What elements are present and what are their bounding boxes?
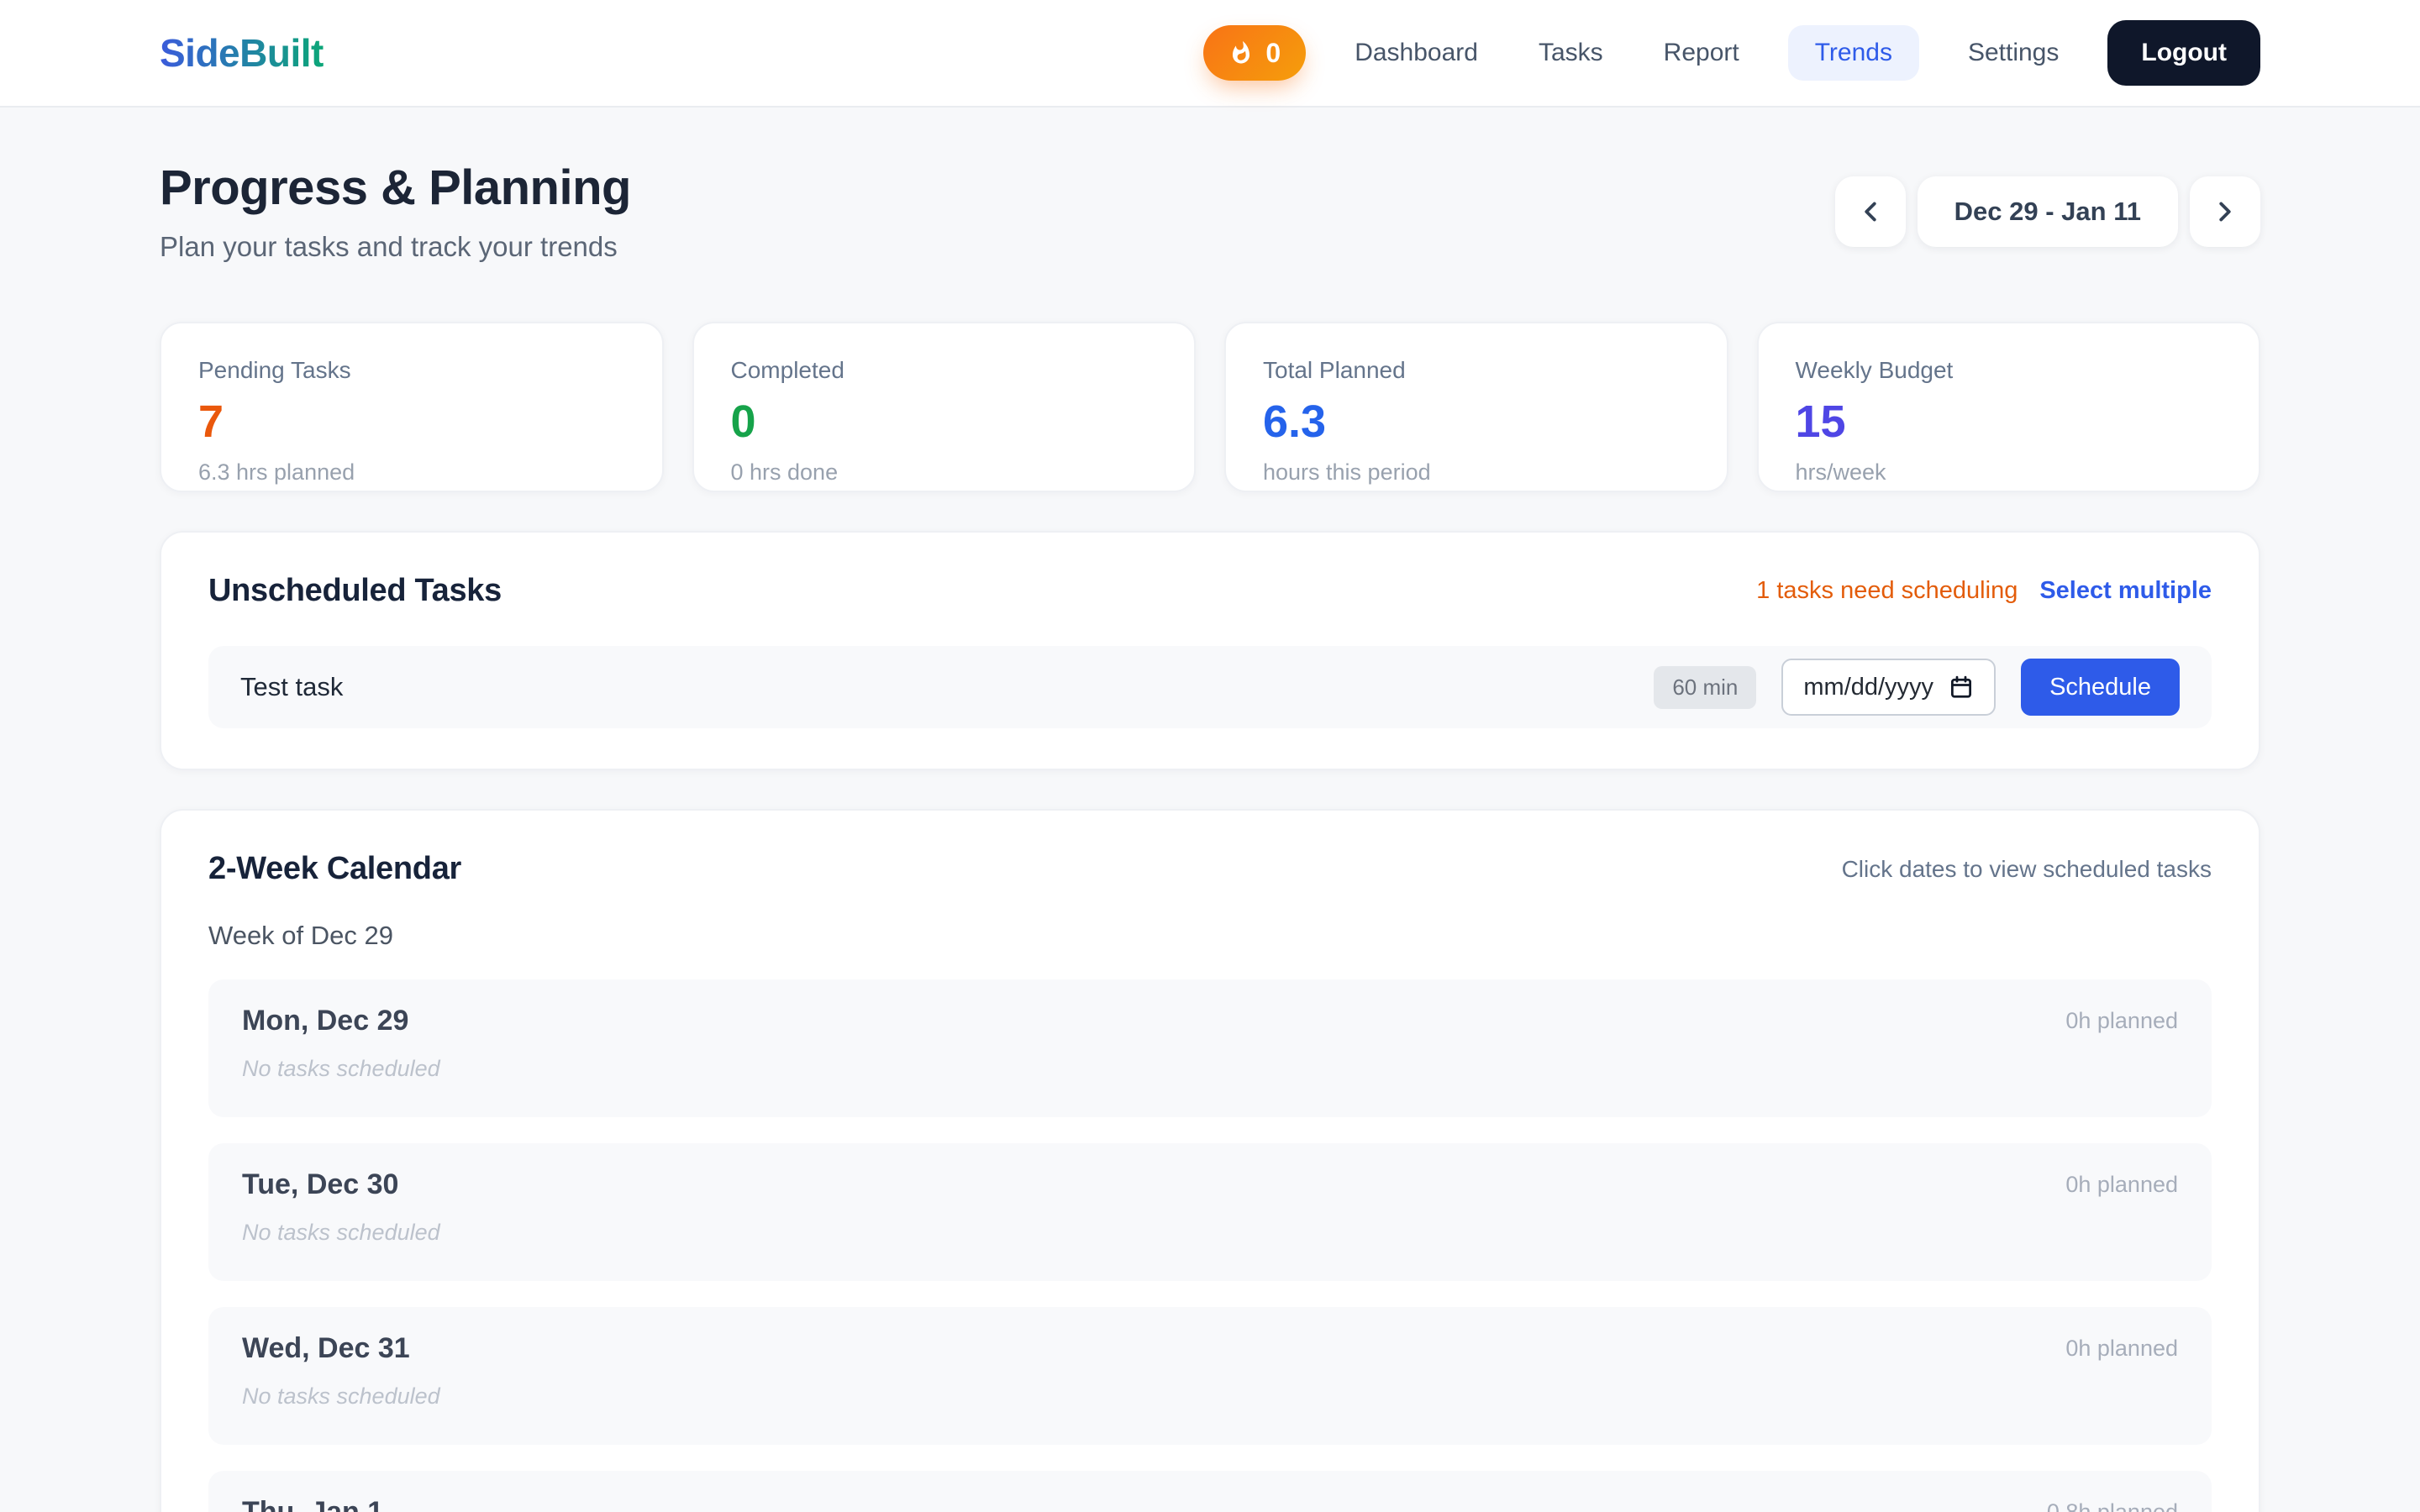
stat-label: Weekly Budget: [1796, 357, 2223, 384]
streak-badge[interactable]: 0: [1203, 25, 1306, 81]
chevron-right-icon: [2209, 196, 2241, 228]
day-name: Tue, Dec 30: [242, 1168, 398, 1201]
top-nav-bar: SideBuilt 0 Dashboard Tasks Report Trend…: [0, 0, 2420, 108]
calendar-title: 2-Week Calendar: [208, 851, 461, 887]
date-input-placeholder: mm/dd/yyyy: [1803, 674, 1933, 701]
page-header: Progress & Planning Plan your tasks and …: [160, 160, 2260, 263]
stat-card-total-planned: Total Planned 6.3 hours this period: [1224, 322, 1728, 492]
stat-value: 7: [198, 399, 625, 444]
stats-row: Pending Tasks 7 6.3 hrs planned Complete…: [160, 322, 2260, 492]
day-name: Thu, Jan 1: [242, 1496, 383, 1512]
nav-item-trends[interactable]: Trends: [1788, 25, 1919, 81]
date-range-nav: Dec 29 - Jan 11: [1835, 176, 2260, 247]
brand-logo[interactable]: SideBuilt: [160, 30, 324, 76]
day-empty-label: No tasks scheduled: [242, 1383, 2178, 1410]
day-empty-label: No tasks scheduled: [242, 1056, 2178, 1082]
flame-icon: [1228, 40, 1254, 66]
day-row-wed-dec-31[interactable]: Wed, Dec 31 0h planned No tasks schedule…: [208, 1307, 2212, 1445]
streak-count: 0: [1265, 38, 1281, 69]
day-planned-hours: 0h planned: [2065, 1008, 2178, 1034]
day-name: Mon, Dec 29: [242, 1005, 408, 1037]
task-duration-badge: 60 min: [1654, 666, 1756, 709]
prev-period-button[interactable]: [1835, 176, 1906, 247]
scheduling-alert-text: 1 tasks need scheduling: [1756, 577, 2018, 605]
stat-subtext: 6.3 hrs planned: [198, 459, 625, 486]
day-row-mon-dec-29[interactable]: Mon, Dec 29 0h planned No tasks schedule…: [208, 979, 2212, 1117]
schedule-button[interactable]: Schedule: [2021, 659, 2180, 716]
stat-label: Completed: [731, 357, 1158, 384]
stat-subtext: hours this period: [1263, 459, 1690, 486]
select-multiple-link[interactable]: Select multiple: [2039, 577, 2212, 605]
nav-item-settings[interactable]: Settings: [1956, 25, 2070, 81]
day-name: Wed, Dec 31: [242, 1332, 410, 1365]
week-label: Week of Dec 29: [208, 921, 2212, 951]
unscheduled-tasks-panel: Unscheduled Tasks 1 tasks need schedulin…: [160, 531, 2260, 770]
stat-value: 0: [731, 399, 1158, 444]
unscheduled-task-row: Test task 60 min mm/dd/yyyy Schedule: [208, 646, 2212, 728]
nav-item-dashboard[interactable]: Dashboard: [1343, 25, 1490, 81]
day-empty-label: No tasks scheduled: [242, 1220, 2178, 1246]
stat-label: Total Planned: [1263, 357, 1690, 384]
unscheduled-tasks-title: Unscheduled Tasks: [208, 573, 502, 609]
page-title: Progress & Planning: [160, 160, 631, 216]
stat-value: 15: [1796, 399, 2223, 444]
date-range-label[interactable]: Dec 29 - Jan 11: [1918, 176, 2178, 247]
stat-subtext: 0 hrs done: [731, 459, 1158, 486]
stat-subtext: hrs/week: [1796, 459, 2223, 486]
day-rows: Mon, Dec 29 0h planned No tasks schedule…: [208, 979, 2212, 1512]
chevron-left-icon: [1854, 196, 1886, 228]
calendar-hint: Click dates to view scheduled tasks: [1842, 856, 2212, 883]
next-period-button[interactable]: [2190, 176, 2260, 247]
stat-card-pending-tasks: Pending Tasks 7 6.3 hrs planned: [160, 322, 664, 492]
calendar-icon[interactable]: [1949, 675, 1974, 700]
task-name: Test task: [240, 672, 343, 702]
stat-label: Pending Tasks: [198, 357, 625, 384]
day-row-thu-jan-1[interactable]: Thu, Jan 1 0.8h planned: [208, 1471, 2212, 1512]
nav-item-tasks[interactable]: Tasks: [1527, 25, 1615, 81]
page-subtitle: Plan your tasks and track your trends: [160, 231, 631, 263]
logout-button[interactable]: Logout: [2107, 20, 2260, 86]
day-planned-hours: 0h planned: [2065, 1336, 2178, 1362]
stat-card-completed: Completed 0 0 hrs done: [692, 322, 1197, 492]
stat-card-weekly-budget: Weekly Budget 15 hrs/week: [1757, 322, 2261, 492]
day-planned-hours: 0.8h planned: [2047, 1499, 2178, 1512]
calendar-panel: 2-Week Calendar Click dates to view sche…: [160, 809, 2260, 1512]
day-planned-hours: 0h planned: [2065, 1172, 2178, 1198]
day-row-tue-dec-30[interactable]: Tue, Dec 30 0h planned No tasks schedule…: [208, 1143, 2212, 1281]
main-nav: 0 Dashboard Tasks Report Trends Settings…: [1203, 20, 2260, 86]
stat-value: 6.3: [1263, 399, 1690, 444]
nav-item-report[interactable]: Report: [1652, 25, 1751, 81]
schedule-date-input[interactable]: mm/dd/yyyy: [1781, 659, 1996, 716]
